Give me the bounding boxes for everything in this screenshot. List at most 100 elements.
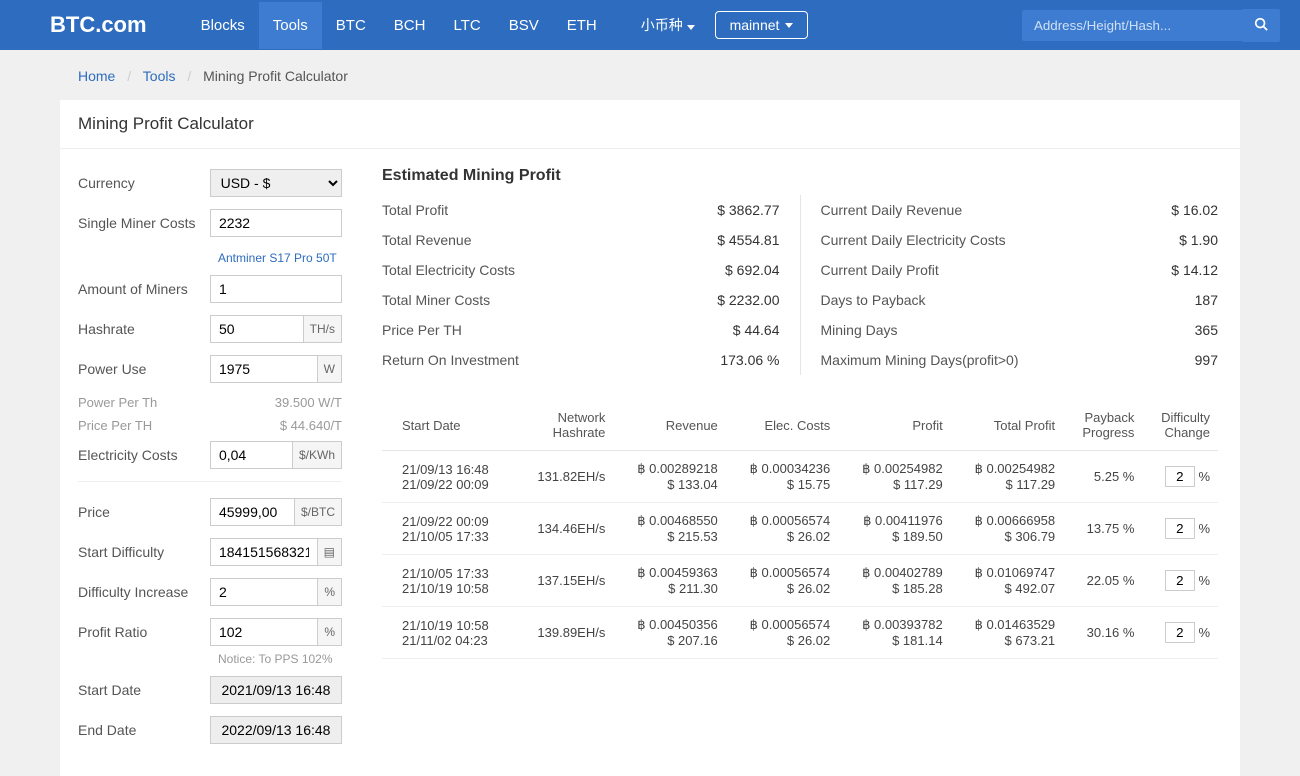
col-header: Elec. Costs (726, 400, 838, 451)
est-key: Current Daily Electricity Costs (821, 232, 1006, 248)
cell-total-profit: ฿ 0.00254982$ 117.29 (951, 451, 1063, 503)
cell-revenue: ฿ 0.00468550$ 215.53 (613, 503, 725, 555)
diff-inc-input[interactable] (211, 579, 317, 605)
currency-select[interactable]: USD - $ (210, 169, 342, 197)
profit-ratio-input[interactable] (211, 619, 317, 645)
table-row: 21/10/19 10:5821/11/02 04:23139.89EH/s฿ … (382, 607, 1218, 659)
caret-down-icon (785, 23, 793, 28)
price-input[interactable] (211, 499, 294, 525)
est-key: Total Revenue (382, 232, 472, 248)
table-row: 21/09/13 16:4821/09/22 00:09131.82EH/s฿ … (382, 451, 1218, 503)
end-date-label: End Date (78, 722, 210, 738)
diff-icon[interactable]: ▤ (317, 539, 341, 565)
cell-revenue: ฿ 0.00289218$ 133.04 (613, 451, 725, 503)
search-icon (1254, 17, 1268, 31)
cell-revenue: ฿ 0.00450356$ 207.16 (613, 607, 725, 659)
cell-total-profit: ฿ 0.00666958$ 306.79 (951, 503, 1063, 555)
diff-change-input[interactable] (1165, 466, 1195, 487)
profit-ratio-notice: Notice: To PPS 102% (78, 652, 342, 666)
single-miner-input[interactable] (211, 210, 341, 236)
col-header: Profit (838, 400, 950, 451)
power-label: Power Use (78, 361, 210, 377)
est-value: 173.06 % (720, 352, 779, 368)
cell-elec: ฿ 0.00056574$ 26.02 (726, 555, 838, 607)
currency-label: Currency (78, 175, 210, 191)
est-value: $ 16.02 (1171, 202, 1218, 218)
nav-bch[interactable]: BCH (380, 2, 440, 49)
cell-diff-change: % (1142, 503, 1218, 555)
price-per-th-value: $ 44.640/T (280, 418, 342, 433)
est-value: 365 (1195, 322, 1218, 338)
results-table: Start DateNetworkHashrateRevenueElec. Co… (382, 400, 1218, 659)
breadcrumb-tools[interactable]: Tools (143, 68, 176, 84)
cell-hashrate: 131.82EH/s (516, 451, 614, 503)
breadcrumb: Home / Tools / Mining Profit Calculator (60, 50, 1240, 100)
nav-altcoins[interactable]: 小币种 (631, 0, 705, 50)
cell-payback: 5.25 % (1063, 451, 1142, 503)
amount-input[interactable] (211, 276, 341, 302)
est-value: $ 2232.00 (717, 292, 779, 308)
cell-elec: ฿ 0.00034236$ 15.75 (726, 451, 838, 503)
power-per-th-value: 39.500 W/T (275, 395, 342, 410)
col-header: PaybackProgress (1063, 400, 1142, 451)
power-per-th-label: Power Per Th (78, 395, 157, 410)
diff-change-input[interactable] (1165, 518, 1195, 539)
col-header: DifficultyChange (1142, 400, 1218, 451)
cell-hashrate: 134.46EH/s (516, 503, 614, 555)
cell-elec: ฿ 0.00056574$ 26.02 (726, 607, 838, 659)
hashrate-unit: TH/s (303, 316, 341, 342)
caret-down-icon (687, 25, 695, 30)
logo[interactable]: BTC.com (50, 12, 147, 38)
cell-elec: ฿ 0.00056574$ 26.02 (726, 503, 838, 555)
hashrate-input[interactable] (211, 316, 303, 342)
cell-hashrate: 137.15EH/s (516, 555, 614, 607)
est-value: $ 44.64 (733, 322, 780, 338)
est-value: $ 4554.81 (717, 232, 779, 248)
est-key: Days to Payback (821, 292, 926, 308)
price-per-th-label: Price Per TH (78, 418, 152, 433)
power-unit: W (317, 356, 341, 382)
est-key: Mining Days (821, 322, 898, 338)
est-value: $ 3862.77 (717, 202, 779, 218)
results-main: Estimated Mining Profit Total Profit$ 38… (360, 149, 1240, 776)
nav-tools[interactable]: Tools (259, 2, 322, 49)
breadcrumb-home[interactable]: Home (78, 68, 115, 84)
est-value: 187 (1195, 292, 1218, 308)
miner-model-link[interactable]: Antminer S17 Pro 50T (78, 251, 337, 265)
cell-payback: 30.16 % (1063, 607, 1142, 659)
cell-payback: 22.05 % (1063, 555, 1142, 607)
search-input[interactable] (1022, 10, 1242, 41)
search-button[interactable] (1242, 9, 1280, 42)
start-date-input[interactable] (211, 677, 341, 703)
hashrate-label: Hashrate (78, 321, 210, 337)
diff-change-input[interactable] (1165, 570, 1195, 591)
est-key: Total Electricity Costs (382, 262, 515, 278)
cell-profit: ฿ 0.00254982$ 117.29 (838, 451, 950, 503)
cell-date: 21/10/05 17:3321/10/19 10:58 (382, 555, 516, 607)
est-key: Maximum Mining Days(profit>0) (821, 352, 1019, 368)
est-key: Current Daily Profit (821, 262, 939, 278)
table-row: 21/09/22 00:0921/10/05 17:33134.46EH/s฿ … (382, 503, 1218, 555)
price-label: Price (78, 504, 210, 520)
start-diff-input[interactable] (211, 539, 317, 565)
nav-eth[interactable]: ETH (553, 2, 611, 49)
nav-bsv[interactable]: BSV (495, 2, 553, 49)
nav-ltc[interactable]: LTC (439, 2, 494, 49)
end-date-input[interactable] (211, 717, 341, 743)
elec-input[interactable] (211, 442, 292, 468)
single-miner-label: Single Miner Costs (78, 215, 210, 231)
est-key: Price Per TH (382, 322, 462, 338)
est-key: Return On Investment (382, 352, 519, 368)
power-input[interactable] (211, 356, 317, 382)
cell-date: 21/09/13 16:4821/09/22 00:09 (382, 451, 516, 503)
diff-change-input[interactable] (1165, 622, 1195, 643)
cell-profit: ฿ 0.00402789$ 185.28 (838, 555, 950, 607)
nav-btc[interactable]: BTC (322, 2, 380, 49)
est-value: $ 14.12 (1171, 262, 1218, 278)
cell-date: 21/10/19 10:5821/11/02 04:23 (382, 607, 516, 659)
network-dropdown[interactable]: mainnet (715, 11, 809, 39)
est-key: Current Daily Revenue (821, 202, 963, 218)
cell-diff-change: % (1142, 451, 1218, 503)
breadcrumb-current: Mining Profit Calculator (203, 68, 348, 84)
nav-blocks[interactable]: Blocks (187, 2, 259, 49)
